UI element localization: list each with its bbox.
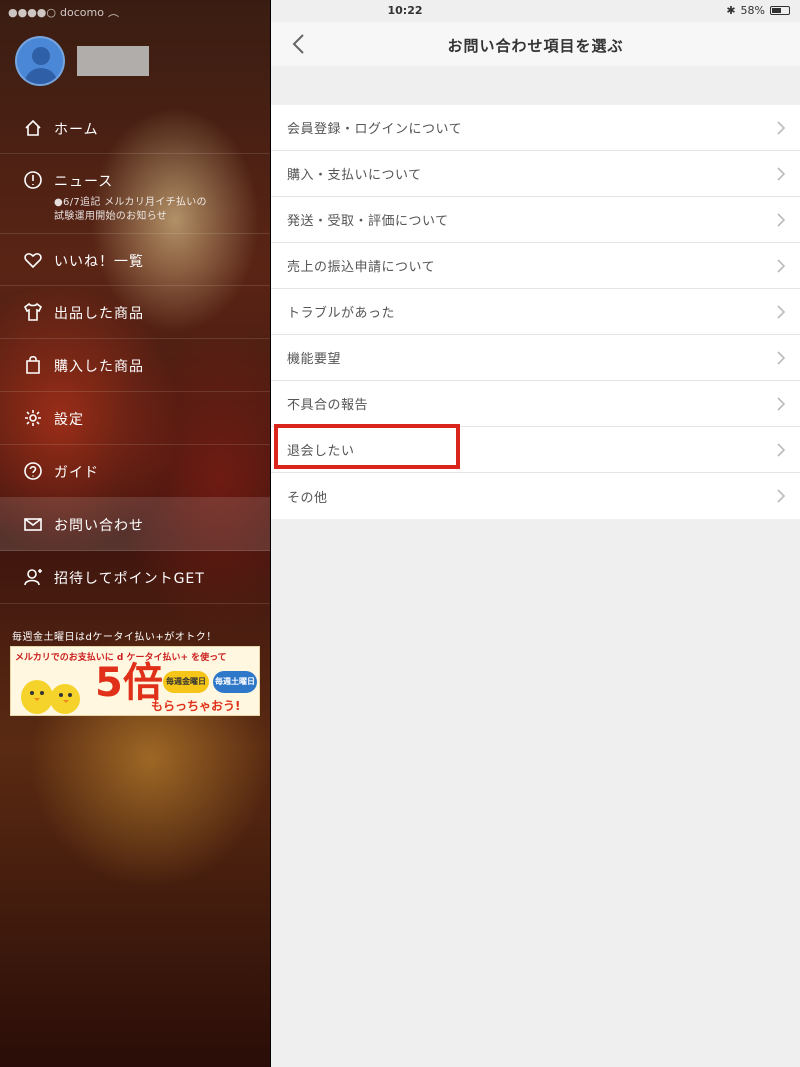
sidebar-item-label: ガイド — [54, 465, 99, 481]
list-item-withdraw[interactable]: 退会したい — [271, 427, 800, 473]
battery-percent: 58% — [740, 4, 765, 17]
question-icon — [22, 460, 44, 482]
username-redacted — [77, 46, 149, 76]
sidebar-item-news[interactable]: ニュース ●6/7追記 メルカリ月イチ払いの 試験運用開始のお知らせ — [0, 154, 270, 234]
shopping-bag-icon — [22, 354, 44, 376]
sidebar-item-label: 購入した商品 — [54, 359, 144, 375]
list-item-label: トラブルがあった — [287, 306, 396, 321]
status-bar: ●●●●○ docomo ︵ 10:22 ✱ 58% — [0, 0, 800, 22]
chevron-right-icon — [776, 120, 786, 136]
list-item[interactable]: その他 — [271, 473, 800, 519]
sidebar-item-label: 設定 — [54, 412, 84, 428]
home-icon — [22, 117, 44, 139]
chevron-right-icon — [776, 304, 786, 320]
wifi-icon: ︵ — [107, 6, 119, 19]
list-item-label: 退会したい — [287, 444, 355, 459]
chevron-right-icon — [776, 258, 786, 274]
sidebar-item-label: ホーム — [54, 122, 99, 138]
chevron-right-icon — [776, 442, 786, 458]
chevron-right-icon — [776, 166, 786, 182]
nav-bar: お問い合わせ項目を選ぶ — [271, 22, 800, 66]
list-item[interactable]: トラブルがあった — [271, 289, 800, 335]
sidebar-item-label: 出品した商品 — [54, 306, 144, 322]
chick-mascot-icon — [21, 680, 80, 714]
contact-category-panel: お問い合わせ項目を選ぶ 会員登録・ログインについて 購入・支払いについて 発送・… — [271, 0, 800, 1067]
info-icon — [22, 169, 44, 191]
chevron-right-icon — [776, 350, 786, 366]
sidebar-item-contact[interactable]: お問い合わせ — [0, 498, 270, 551]
contact-category-list: 会員登録・ログインについて 購入・支払いについて 発送・受取・評価について 売上… — [271, 105, 800, 519]
avatar[interactable] — [15, 36, 65, 86]
sidebar-item-label: いいね！一覧 — [54, 254, 144, 270]
page-title: お問い合わせ項目を選ぶ — [447, 37, 624, 55]
list-item-label: その他 — [287, 490, 328, 506]
list-item-label: 機能要望 — [287, 352, 342, 367]
invite-person-icon — [22, 566, 44, 588]
list-item-label: 会員登録・ログインについて — [287, 122, 463, 137]
promo-banner[interactable]: メルカリでのお支払いに d ケータイ払い+ を使って 5倍 毎週金曜日 毎週土曜… — [10, 646, 260, 716]
tshirt-icon — [22, 301, 44, 323]
list-item-label: 不具合の報告 — [287, 398, 369, 413]
side-menu-list: ホーム ニュース ●6/7追記 メルカリ月イチ払いの 試験運用開始のお知らせ い… — [0, 102, 270, 604]
chevron-right-icon — [776, 212, 786, 228]
bluetooth-icon: ✱ — [726, 4, 736, 17]
carrier-label: docomo — [60, 5, 104, 19]
heart-icon — [22, 249, 44, 271]
sidebar-item-label: ニュース — [54, 174, 114, 190]
list-item[interactable]: 不具合の報告 — [271, 381, 800, 427]
sidebar-item-news-text: ニュース ●6/7追記 メルカリ月イチ払いの 試験運用開始のお知らせ — [54, 154, 207, 224]
list-item[interactable]: 購入・支払いについて — [271, 151, 800, 197]
list-item-label: 購入・支払いについて — [287, 168, 422, 183]
list-item[interactable]: 売上の振込申請について — [271, 243, 800, 289]
news-headline-line: ●6/7追記 メルカリ月イチ払いの — [54, 197, 207, 208]
sidebar-item-settings[interactable]: 設定 — [0, 392, 270, 445]
sidebar-item-invite[interactable]: 招待してポイントGET — [0, 551, 270, 604]
mail-icon — [22, 513, 44, 535]
chevron-right-icon — [776, 396, 786, 412]
sidebar-item-likes[interactable]: いいね！一覧 — [0, 234, 270, 286]
promo-caption: 毎週金土曜日はdケータイ払い+がオトク！ — [12, 632, 217, 643]
promo-banner-line2: もらっちゃおう! — [151, 699, 241, 713]
promo-badge-saturday: 毎週土曜日 — [213, 671, 257, 693]
status-left: ●●●●○ docomo ︵ — [8, 4, 119, 20]
promo-badge-friday: 毎週金曜日 — [163, 671, 209, 693]
list-item[interactable]: 会員登録・ログインについて — [271, 105, 800, 151]
news-headline-line: 試験運用開始のお知らせ — [54, 211, 168, 222]
sidebar-item-listed[interactable]: 出品した商品 — [0, 286, 270, 339]
sidebar-item-home[interactable]: ホーム — [0, 102, 270, 154]
gear-icon — [22, 407, 44, 429]
sidebar-item-purchased[interactable]: 購入した商品 — [0, 339, 270, 392]
list-item[interactable]: 機能要望 — [271, 335, 800, 381]
battery-icon — [770, 6, 790, 15]
list-item[interactable]: 発送・受取・評価について — [271, 197, 800, 243]
sidebar-item-guide[interactable]: ガイド — [0, 445, 270, 498]
list-item-label: 発送・受取・評価について — [287, 214, 449, 229]
chevron-right-icon — [776, 488, 786, 504]
status-right: ✱ 58% — [726, 4, 790, 17]
clock: 10:22 — [387, 4, 423, 17]
profile-header[interactable] — [15, 36, 149, 86]
signal-icon: ●●●●○ — [8, 5, 56, 19]
sidebar-item-label: お問い合わせ — [54, 518, 144, 534]
side-menu: ホーム ニュース ●6/7追記 メルカリ月イチ払いの 試験運用開始のお知らせ い… — [0, 0, 270, 1067]
sidebar-item-label: 招待してポイントGET — [54, 571, 205, 587]
list-item-label: 売上の振込申請について — [287, 260, 436, 275]
news-headline: ●6/7追記 メルカリ月イチ払いの 試験運用開始のお知らせ — [54, 196, 207, 224]
